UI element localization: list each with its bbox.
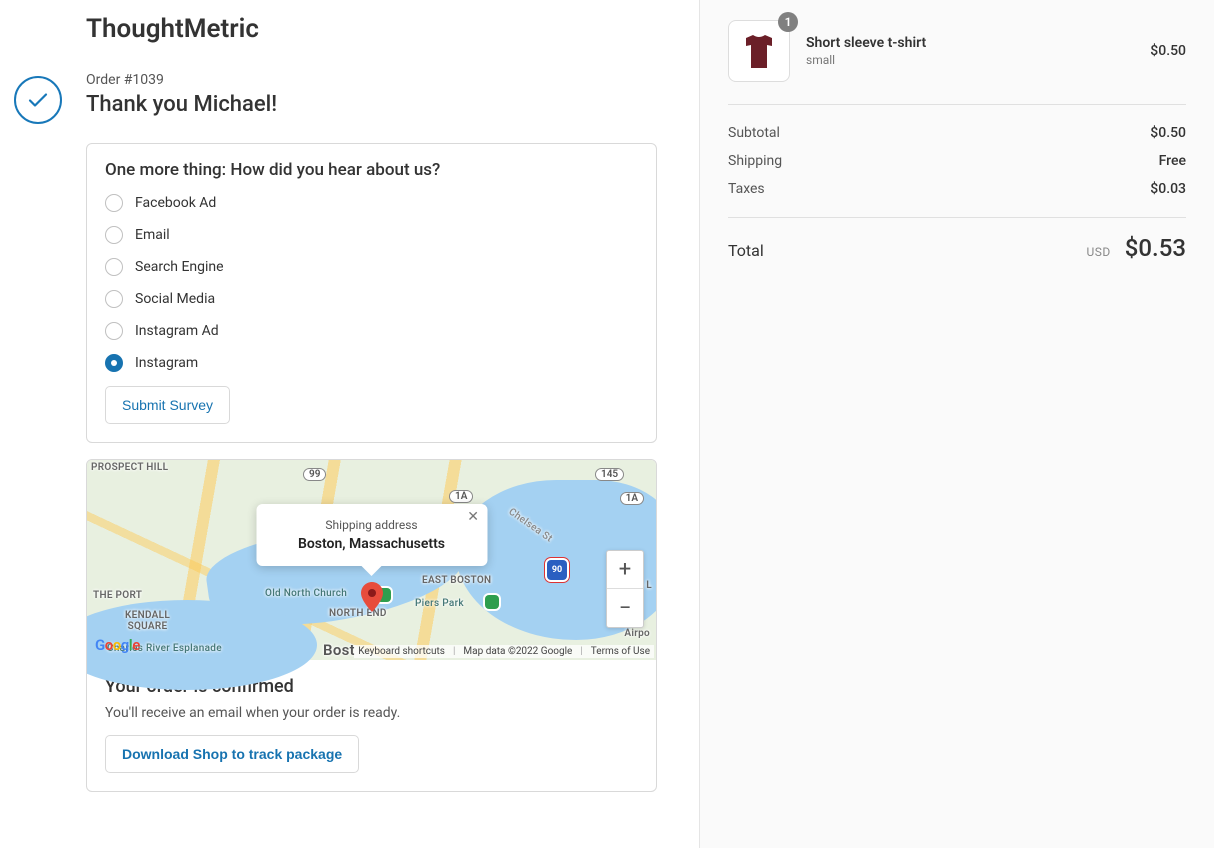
route-badge: 145 — [595, 468, 624, 481]
survey-option-social-media[interactable]: Social Media — [105, 290, 638, 308]
shipping-label: Shipping — [728, 153, 782, 169]
item-variant: small — [806, 53, 926, 67]
zoom-out-button[interactable]: − — [607, 589, 643, 627]
map-keyboard-shortcuts[interactable]: Keyboard shortcuts — [358, 646, 445, 657]
radio-icon — [105, 354, 123, 372]
survey-option-label: Social Media — [135, 291, 215, 307]
route-badge: 1A — [449, 490, 473, 503]
map-label: KENDALL SQUARE — [125, 610, 170, 632]
radio-icon — [105, 194, 123, 212]
survey-option-label: Facebook Ad — [135, 195, 216, 211]
map-zoom-control: + − — [606, 550, 644, 628]
total-label: Total — [728, 241, 764, 260]
radio-icon — [105, 322, 123, 340]
shipping-map[interactable]: PROSPECT HILL THE PORT KENDALL SQUARE Ol… — [87, 460, 656, 660]
item-name: Short sleeve t-shirt — [806, 35, 926, 51]
survey-option-facebook-ad[interactable]: Facebook Ad — [105, 194, 638, 212]
thank-you-heading: Thank you Michael! — [86, 92, 657, 117]
item-price: $0.50 — [1150, 43, 1186, 59]
store-name: ThoughtMetric — [86, 14, 657, 44]
survey-title: One more thing: How did you hear about u… — [105, 160, 638, 180]
google-logo-icon: Google — [95, 636, 140, 654]
radio-icon — [105, 226, 123, 244]
park-icon — [485, 595, 499, 609]
interstate-shield-icon: 90 — [547, 560, 567, 580]
radio-icon — [105, 258, 123, 276]
map-attribution: Keyboard shortcuts | Map data ©2022 Goog… — [354, 645, 654, 658]
close-icon[interactable]: ✕ — [467, 510, 479, 524]
subtotal-value: $0.50 — [1150, 125, 1186, 141]
map-label: THE PORT — [93, 590, 142, 601]
survey-option-label: Instagram — [135, 355, 198, 371]
survey-option-label: Email — [135, 227, 170, 243]
map-terms-link[interactable]: Terms of Use — [591, 646, 650, 657]
total-value: $0.53 — [1125, 234, 1186, 262]
map-tooltip: ✕ Shipping address Boston, Massachusetts — [256, 504, 487, 566]
survey-option-instagram[interactable]: Instagram — [105, 354, 638, 372]
line-item: 1 Short sleeve t-shirt small $0.50 — [728, 20, 1186, 104]
order-summary: 1 Short sleeve t-shirt small $0.50 Subto… — [700, 0, 1214, 848]
survey-option-instagram-ad[interactable]: Instagram Ad — [105, 322, 638, 340]
radio-icon — [105, 290, 123, 308]
quantity-badge: 1 — [778, 12, 798, 32]
map-tooltip-label: Shipping address — [298, 518, 445, 532]
map-label: Airpo — [624, 628, 650, 639]
order-number: Order #1039 — [86, 72, 657, 88]
survey-option-search-engine[interactable]: Search Engine — [105, 258, 638, 276]
map-data-attribution: Map data ©2022 Google — [463, 646, 572, 657]
taxes-label: Taxes — [728, 181, 765, 197]
submit-survey-button[interactable]: Submit Survey — [105, 386, 230, 424]
survey-option-email[interactable]: Email — [105, 226, 638, 244]
order-confirm-card: PROSPECT HILL THE PORT KENDALL SQUARE Ol… — [86, 459, 657, 792]
map-label: Bost — [323, 641, 355, 659]
subtotal-label: Subtotal — [728, 125, 780, 141]
route-badge: 99 — [303, 468, 326, 481]
survey-option-label: Instagram Ad — [135, 323, 219, 339]
confirm-text: You'll receive an email when your order … — [105, 705, 638, 721]
map-label: PROSPECT HILL — [91, 462, 168, 473]
map-label: EAST BOSTON — [422, 575, 491, 586]
taxes-value: $0.03 — [1150, 181, 1186, 197]
map-label: Old North Church — [265, 588, 347, 599]
map-pin-icon — [361, 582, 383, 616]
map-label: Piers Park — [415, 598, 464, 609]
route-badge: 1A — [620, 492, 644, 505]
zoom-in-button[interactable]: + — [607, 551, 643, 589]
download-shop-button[interactable]: Download Shop to track package — [105, 735, 359, 773]
map-tooltip-address: Boston, Massachusetts — [298, 536, 445, 552]
survey-card: One more thing: How did you hear about u… — [86, 143, 657, 443]
survey-option-label: Search Engine — [135, 259, 224, 275]
success-check-icon — [14, 76, 62, 124]
total-currency: USD — [1087, 245, 1111, 259]
shipping-value: Free — [1159, 153, 1186, 169]
